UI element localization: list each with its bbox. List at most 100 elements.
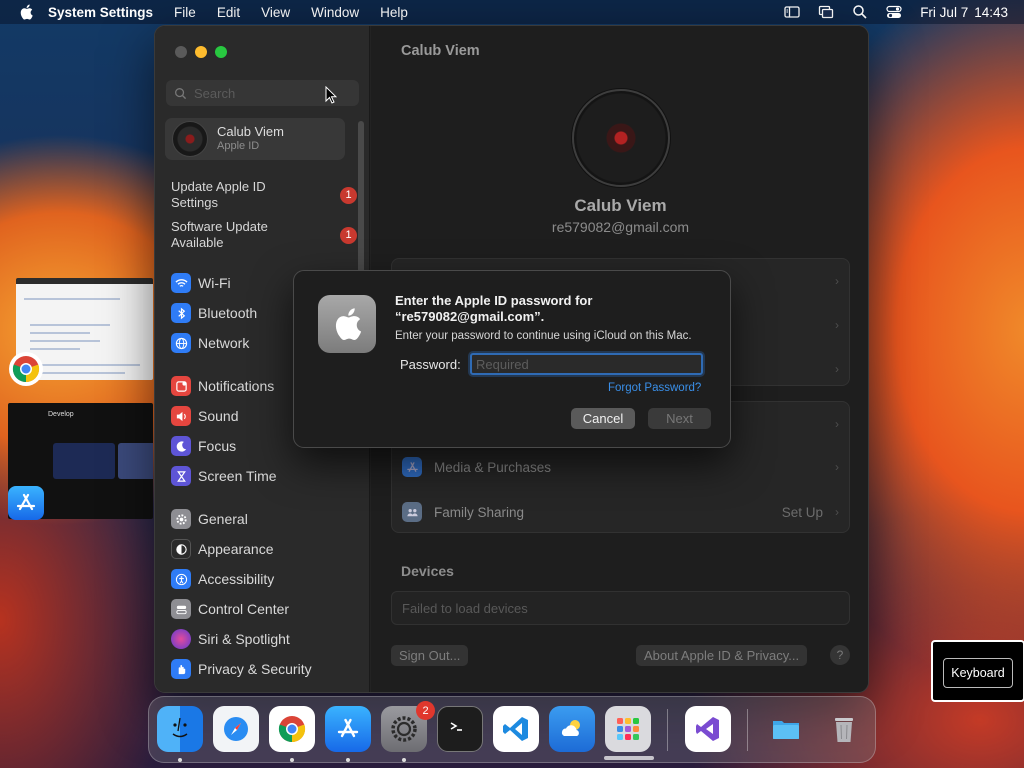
notice-badge: 1 bbox=[340, 186, 357, 204]
spotlight-search-icon[interactable] bbox=[852, 4, 868, 20]
sidebar-item-siri-spotlight[interactable]: Siri & Spotlight bbox=[171, 628, 290, 650]
app-store-icon bbox=[337, 718, 359, 738]
sign-out-button[interactable]: Sign Out... bbox=[391, 645, 469, 666]
sidebar-item-label: Network bbox=[198, 335, 250, 351]
thumb-text: Develop bbox=[48, 411, 74, 418]
row-label: Family Sharing bbox=[434, 504, 525, 520]
dock-terminal[interactable] bbox=[437, 706, 483, 752]
vscode-icon bbox=[503, 717, 528, 741]
sidebar-item-notifications[interactable]: Notifications bbox=[171, 375, 274, 397]
dock-finder[interactable] bbox=[157, 706, 203, 752]
minimize-button[interactable] bbox=[195, 46, 207, 58]
sidebar-item-appearance[interactable]: Appearance bbox=[171, 538, 274, 560]
family-setup-link[interactable]: Set Up bbox=[782, 505, 823, 520]
password-field[interactable] bbox=[470, 353, 703, 375]
family-sharing-row[interactable]: Family Sharing Set Up › bbox=[392, 490, 849, 534]
dock-trash[interactable] bbox=[821, 706, 867, 752]
password-label: Password: bbox=[400, 357, 461, 372]
menu-date[interactable]: Fri Jul 7 bbox=[920, 5, 968, 20]
sidebar-item-sound[interactable]: Sound bbox=[171, 405, 238, 427]
control-center-icon[interactable] bbox=[886, 4, 902, 20]
visual-studio-icon bbox=[696, 717, 719, 741]
row-label: Media & Purchases bbox=[434, 459, 552, 475]
sidebar-item-control-center[interactable]: Control Center bbox=[171, 598, 289, 620]
sidebar-item-label: Siri & Spotlight bbox=[198, 631, 290, 647]
sidebar-item-label: General bbox=[198, 511, 248, 527]
help-button[interactable]: ? bbox=[830, 645, 850, 665]
sidebar-scrollbar[interactable] bbox=[358, 121, 364, 281]
dock-system-settings[interactable]: 2 bbox=[381, 701, 435, 752]
hand-icon bbox=[171, 659, 191, 679]
dock-weather[interactable] bbox=[549, 706, 595, 752]
profile-name: Calub Viem bbox=[574, 196, 667, 215]
dock-downloads-folder[interactable] bbox=[763, 706, 809, 752]
sidebar-item-wifi[interactable]: Wi-Fi bbox=[171, 272, 231, 294]
app-store-icon bbox=[16, 493, 36, 511]
weather-icon bbox=[561, 720, 580, 736]
account-name: Calub Viem bbox=[217, 124, 284, 139]
app-store-app-icon[interactable] bbox=[8, 486, 44, 520]
dock-vscode[interactable] bbox=[493, 706, 539, 752]
close-button[interactable] bbox=[175, 46, 187, 58]
safari-icon bbox=[224, 717, 248, 741]
about-apple-id-privacy-button[interactable]: About Apple ID & Privacy... bbox=[636, 645, 808, 666]
menu-edit[interactable]: Edit bbox=[217, 5, 240, 20]
dock-launchpad[interactable] bbox=[605, 706, 651, 752]
avatar bbox=[172, 121, 208, 157]
media-purchases-row[interactable]: Media & Purchases › bbox=[392, 445, 849, 489]
dock-safari[interactable] bbox=[213, 706, 259, 752]
sidebar-toggle-icon[interactable] bbox=[784, 4, 800, 20]
dock-resize-handle[interactable] bbox=[604, 756, 654, 760]
trash-icon bbox=[835, 718, 853, 742]
sidebar-item-general[interactable]: General bbox=[171, 508, 248, 530]
family-icon bbox=[402, 502, 422, 522]
menu-help[interactable]: Help bbox=[380, 5, 408, 20]
update-apple-id-settings-item[interactable]: Update Apple ID Settings 1 bbox=[171, 179, 357, 211]
chevron-right-icon: › bbox=[835, 362, 839, 376]
menu-app-name[interactable]: System Settings bbox=[48, 5, 153, 20]
dialog-title: Enter the Apple ID password for “re57908… bbox=[395, 293, 593, 324]
menu-time[interactable]: 14:43 bbox=[974, 5, 1008, 20]
sidebar-item-label: Wi-Fi bbox=[198, 275, 231, 291]
chrome-app-icon[interactable] bbox=[9, 352, 43, 386]
dock-app-store[interactable] bbox=[325, 706, 371, 752]
account-subtitle: Apple ID bbox=[217, 140, 260, 152]
thumb-line bbox=[30, 324, 110, 326]
sidebar-item-bluetooth[interactable]: Bluetooth bbox=[171, 302, 257, 324]
menu-window[interactable]: Window bbox=[311, 5, 359, 20]
thumb-line bbox=[30, 340, 100, 342]
profile-email: re579082@gmail.com bbox=[551, 219, 690, 235]
sidebar-item-screen-time[interactable]: Screen Time bbox=[171, 465, 277, 487]
bell-icon bbox=[171, 376, 191, 396]
app-store-icon bbox=[402, 457, 422, 477]
menu-view[interactable]: View bbox=[261, 5, 290, 20]
dock-visual-studio[interactable] bbox=[685, 706, 731, 752]
zoom-button[interactable] bbox=[215, 46, 227, 58]
screen-mirroring-icon[interactable] bbox=[818, 4, 834, 20]
page-title: Calub Viem bbox=[401, 43, 480, 59]
thumb-card bbox=[53, 443, 115, 479]
chevron-right-icon: › bbox=[835, 318, 839, 332]
profile-avatar[interactable] bbox=[572, 89, 670, 187]
dock: 2 bbox=[148, 696, 876, 763]
dock-separator bbox=[747, 709, 748, 751]
sidebar-apple-id-account[interactable]: Calub Viem Apple ID bbox=[165, 118, 345, 160]
next-button[interactable]: Next bbox=[648, 408, 711, 429]
keyboard-button[interactable]: Keyboard bbox=[943, 658, 1013, 688]
chrome-icon bbox=[12, 356, 40, 383]
cancel-button[interactable]: Cancel bbox=[571, 408, 635, 429]
apple-menu-icon[interactable] bbox=[18, 4, 34, 20]
appearance-icon bbox=[171, 539, 191, 559]
sidebar-item-label: Bluetooth bbox=[198, 305, 258, 321]
dock-chrome[interactable] bbox=[269, 706, 315, 752]
thumb-line bbox=[30, 348, 80, 350]
sidebar-item-accessibility[interactable]: Accessibility bbox=[171, 568, 274, 590]
mouse-pointer-icon bbox=[325, 86, 337, 104]
software-update-available-item[interactable]: Software Update Available 1 bbox=[171, 219, 357, 251]
sidebar-item-focus[interactable]: Focus bbox=[171, 435, 236, 457]
sidebar-item-privacy-security[interactable]: Privacy & Security bbox=[171, 658, 312, 680]
moon-icon bbox=[171, 436, 191, 456]
sidebar-item-network[interactable]: Network bbox=[171, 332, 249, 354]
forgot-password-link[interactable]: Forgot Password? bbox=[608, 382, 701, 394]
menu-file[interactable]: File bbox=[174, 5, 196, 20]
